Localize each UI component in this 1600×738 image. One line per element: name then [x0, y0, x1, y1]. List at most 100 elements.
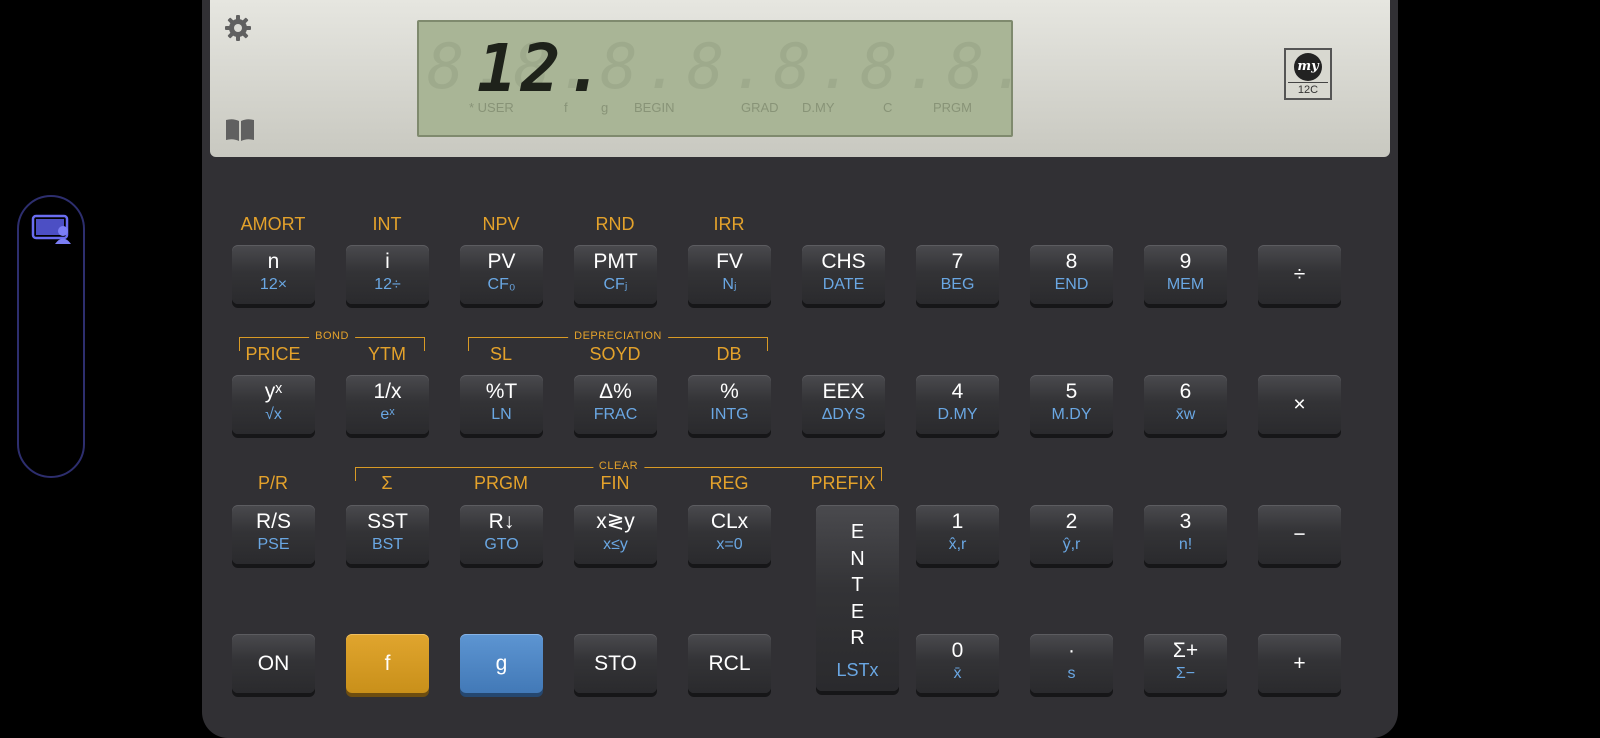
gold-label-row3-0: P/R [257, 473, 288, 493]
key-main-label: x≷y [596, 510, 635, 533]
gold-label-row2-3: SOYD [589, 344, 641, 364]
key-blue-label: x̂,r [948, 536, 967, 553]
key-main-label: 9 [1179, 250, 1192, 273]
annunciator-prgm: PRGM [933, 100, 972, 115]
key-multiply[interactable]: × [1258, 375, 1341, 434]
gold-label-row2-1: YTM [368, 344, 406, 364]
annunciator-begin: BEGIN [634, 100, 675, 115]
key-eex[interactable]: EEX ΔDYS [802, 375, 885, 434]
key-main-label: 6 [1179, 380, 1192, 403]
key-fv[interactable]: FV Nⱼ [688, 245, 771, 304]
gold-label-row1-2: NPV [482, 214, 520, 234]
key-3[interactable]: 3 n! [1144, 505, 1227, 564]
key-2[interactable]: 2 ŷ,r [1030, 505, 1113, 564]
key-x-swap-y[interactable]: x≷y x≤y [574, 505, 657, 564]
key-decimal[interactable]: · s [1030, 634, 1113, 693]
annunciator-grad: GRAD [741, 100, 779, 115]
key-main-label: 4 [951, 380, 964, 403]
key-on[interactable]: ON [232, 634, 315, 693]
key-main-label: 8 [1065, 250, 1078, 273]
key-clx[interactable]: CLx x=0 [688, 505, 771, 564]
key-blue-label: ŷ,r [1062, 536, 1081, 553]
key-blue-label: ΔDYS [821, 406, 866, 423]
key-main-label: CHS [821, 250, 866, 273]
book-icon[interactable] [224, 117, 256, 143]
screen-share-icon[interactable] [31, 213, 73, 245]
key-main-label: × [1293, 393, 1306, 416]
key-rcl[interactable]: RCL [688, 634, 771, 693]
key-delta-percent[interactable]: Δ% FRAC [574, 375, 657, 434]
display-panel: 8.8.8.8.8.8.8.8.8.8. 12. * USER f g BEGI… [210, 0, 1390, 157]
key-blue-label: Nⱼ [722, 276, 737, 293]
depreciation-label: DEPRECIATION [568, 330, 668, 342]
key-main-label: PMT [593, 250, 638, 273]
key-blue-label: 12÷ [374, 276, 401, 293]
gear-icon[interactable] [224, 14, 252, 42]
key-chs[interactable]: CHS DATE [802, 245, 885, 304]
calculator: 8.8.8.8.8.8.8.8.8.8. 12. * USER f g BEGI… [202, 0, 1398, 738]
gold-label-row3-4: REG [709, 473, 749, 493]
key-n[interactable]: n 12× [232, 245, 315, 304]
key-blue-label: MEM [1166, 276, 1205, 293]
key-main-label: ON [257, 652, 290, 675]
key-enter[interactable]: E N T E R LSTx [816, 505, 899, 691]
key-blue-label: BST [371, 536, 404, 553]
key-sto[interactable]: STO [574, 634, 657, 693]
key-percent[interactable]: % INTG [688, 375, 771, 434]
key-g[interactable]: g [460, 634, 543, 693]
key-main-label: R↓ [488, 510, 515, 533]
key-ytox[interactable]: yˣ √x [232, 375, 315, 434]
logo-model: 12C [1297, 84, 1319, 96]
key-divide[interactable]: ÷ [1258, 245, 1341, 304]
key-blue-label: LN [491, 406, 512, 423]
key-i[interactable]: i 12÷ [346, 245, 429, 304]
gold-label-row1-1: INT [372, 214, 402, 234]
key-plus[interactable]: + [1258, 634, 1341, 693]
key-rs[interactable]: R/S PSE [232, 505, 315, 564]
key-main-label: − [1293, 523, 1306, 546]
key-blue-label: 12× [259, 276, 288, 293]
key-minus[interactable]: − [1258, 505, 1341, 564]
gold-label-row2-4: DB [716, 344, 742, 364]
key-9[interactable]: 9 MEM [1144, 245, 1227, 304]
key-blue-label: GTO [484, 536, 519, 553]
key-main-label: 2 [1065, 510, 1078, 533]
key-sigma-plus[interactable]: Σ+ Σ− [1144, 634, 1227, 693]
my12c-logo[interactable]: my 12C [1284, 48, 1332, 100]
key-sst[interactable]: SST BST [346, 505, 429, 564]
key-blue-label: FRAC [593, 406, 638, 423]
key-pv[interactable]: PV CF₀ [460, 245, 543, 304]
key-blue-label: eˣ [380, 406, 395, 423]
gold-label-row2-0: PRICE [245, 344, 301, 364]
key-blue-label: √x [265, 406, 282, 423]
enter-label: E N T E R [850, 521, 865, 649]
annunciator-f: f [564, 100, 568, 115]
key-5[interactable]: 5 M.DY [1030, 375, 1113, 434]
key-main-label: %T [485, 380, 518, 403]
key-pmt[interactable]: PMT CFⱼ [574, 245, 657, 304]
key-main-label: · [1068, 639, 1075, 662]
gold-label-row1-3: RND [595, 214, 635, 234]
key-7[interactable]: 7 BEG [916, 245, 999, 304]
gold-label-row3-5: PREFIX [810, 473, 876, 493]
key-6[interactable]: 6 x̄w [1144, 375, 1227, 434]
key-main-label: g [495, 652, 508, 675]
key-1[interactable]: 1 x̂,r [916, 505, 999, 564]
annunciator-g: g [601, 100, 609, 115]
key-main-label: 1 [951, 510, 964, 533]
key-main-label: STO [594, 652, 637, 675]
key-main-label: 5 [1065, 380, 1078, 403]
key-main-label: Σ+ [1172, 639, 1199, 662]
key-reciprocal[interactable]: 1/x eˣ [346, 375, 429, 434]
key-percent-total[interactable]: %T LN [460, 375, 543, 434]
key-f[interactable]: f [346, 634, 429, 693]
key-main-label: R/S [255, 510, 291, 533]
key-0[interactable]: 0 x̄ [916, 634, 999, 693]
key-blue-label: x̄w [1175, 406, 1196, 423]
key-4[interactable]: 4 D.MY [916, 375, 999, 434]
key-roll-down[interactable]: R↓ GTO [460, 505, 543, 564]
key-blue-label: s [1067, 665, 1076, 682]
key-8[interactable]: 8 END [1030, 245, 1113, 304]
gold-label-row1-4: IRR [713, 214, 745, 234]
key-main-label: 7 [951, 250, 964, 273]
